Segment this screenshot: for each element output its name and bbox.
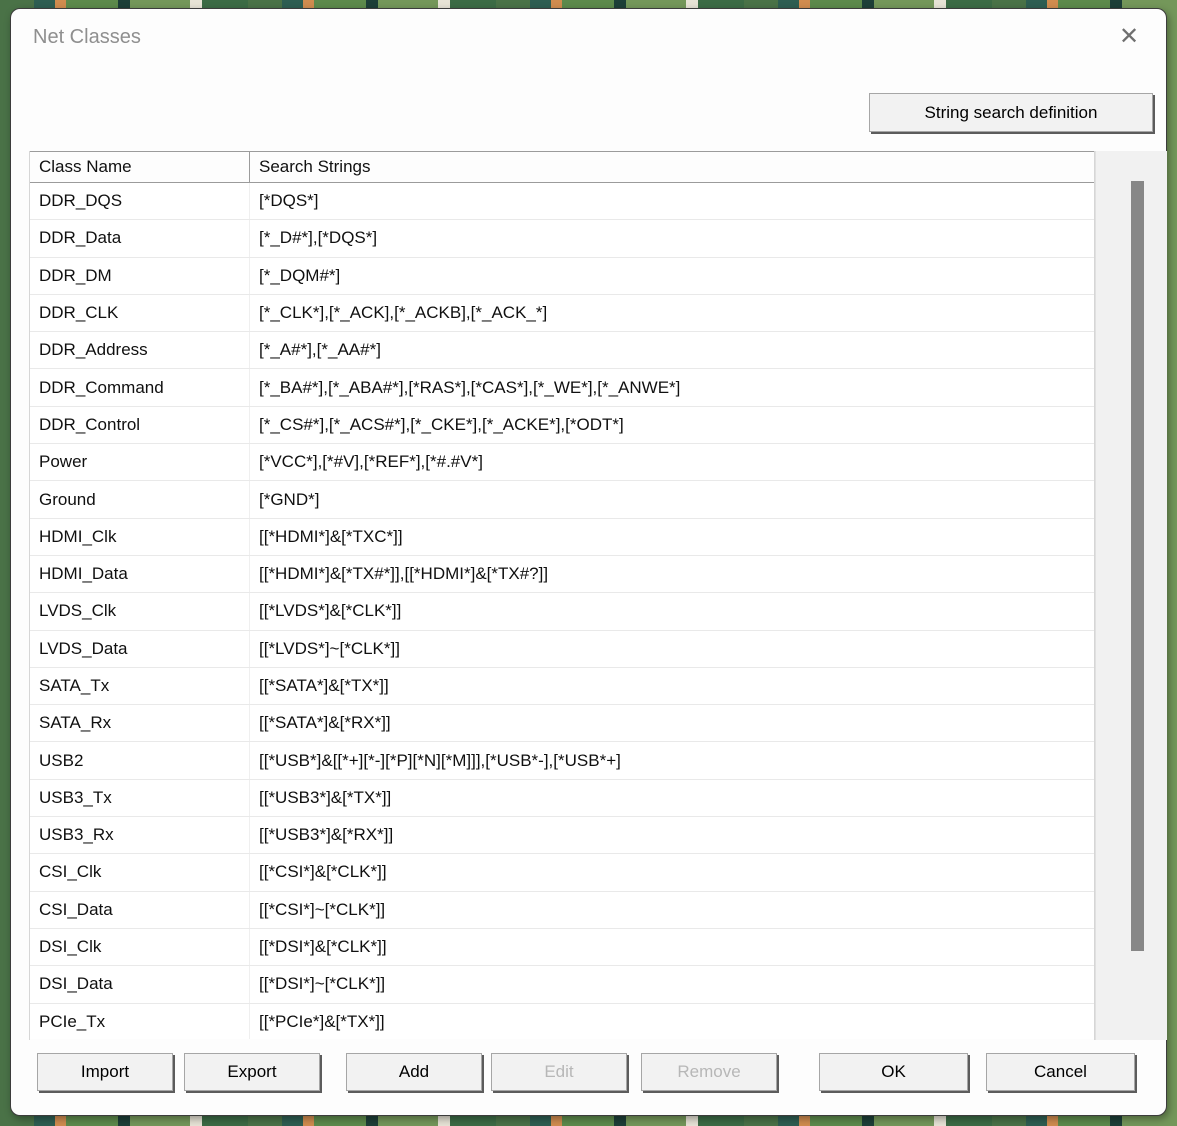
search-strings-cell[interactable]: [[*LVDS*]~[*CLK*]] (250, 631, 1094, 667)
search-strings-cell[interactable]: [[*USB*]&[[*+][*-][*P][*N][*M]]],[*USB*-… (250, 742, 1094, 778)
string-search-definition-button[interactable]: String search definition (869, 93, 1153, 132)
table-row[interactable]: DSI_Clk [[*DSI*]&[*CLK*]] (30, 929, 1094, 966)
class-name-cell[interactable]: DDR_DQS (30, 183, 250, 219)
table-row[interactable]: CSI_Clk [[*CSI*]&[*CLK*]] (30, 854, 1094, 891)
search-strings-cell[interactable]: [[*PCIe*]&[*TX*]] (250, 1004, 1094, 1039)
table-row[interactable]: DDR_DQS [*DQS*] (30, 183, 1094, 220)
column-header-class-name[interactable]: Class Name (30, 152, 250, 182)
class-name-cell[interactable]: LVDS_Clk (30, 593, 250, 629)
table-row[interactable]: DDR_DM [*_DQM#*] (30, 258, 1094, 295)
table-row[interactable]: DSI_Data [[*DSI*]~[*CLK*]] (30, 966, 1094, 1003)
table-row[interactable]: LVDS_Clk [[*LVDS*]&[*CLK*]] (30, 593, 1094, 630)
import-button[interactable]: Import (37, 1053, 173, 1091)
search-strings-cell[interactable]: [*_CS#*],[*_ACS#*],[*_CKE*],[*_ACKE*],[*… (250, 407, 1094, 443)
class-name-cell[interactable]: HDMI_Data (30, 556, 250, 592)
class-name-cell[interactable]: USB2 (30, 742, 250, 778)
class-name-cell[interactable]: DDR_Address (30, 332, 250, 368)
table-row[interactable]: DDR_Control [*_CS#*],[*_ACS#*],[*_CKE*],… (30, 407, 1094, 444)
ok-button[interactable]: OK (819, 1053, 968, 1091)
class-name-cell[interactable]: SATA_Rx (30, 705, 250, 741)
search-strings-cell[interactable]: [[*USB3*]&[*TX*]] (250, 780, 1094, 816)
table-row[interactable]: Power [*VCC*],[*#V],[*REF*],[*#.#V*] (30, 444, 1094, 481)
search-strings-cell[interactable]: [[*LVDS*]&[*CLK*]] (250, 593, 1094, 629)
table-row[interactable]: LVDS_Data [[*LVDS*]~[*CLK*]] (30, 631, 1094, 668)
search-strings-cell[interactable]: [[*HDMI*]&[*TX#*]],[[*HDMI*]&[*TX#?]] (250, 556, 1094, 592)
search-strings-cell[interactable]: [*_A#*],[*_AA#*] (250, 332, 1094, 368)
scrollbar-thumb[interactable] (1131, 181, 1144, 951)
search-strings-cell[interactable]: [*GND*] (250, 481, 1094, 517)
class-name-cell[interactable]: CSI_Data (30, 892, 250, 928)
search-strings-cell[interactable]: [*_CLK*],[*_ACK],[*_ACKB],[*_ACK_*] (250, 295, 1094, 331)
class-name-cell[interactable]: HDMI_Clk (30, 519, 250, 555)
class-name-cell[interactable]: DDR_DM (30, 258, 250, 294)
class-name-cell[interactable]: PCIe_Tx (30, 1004, 250, 1039)
search-strings-cell[interactable]: [*_BA#*],[*_ABA#*],[*RAS*],[*CAS*],[*_WE… (250, 369, 1094, 405)
edit-button: Edit (491, 1053, 627, 1091)
search-strings-cell[interactable]: [[*HDMI*]&[*TXC*]] (250, 519, 1094, 555)
table-row[interactable]: DDR_Data [*_D#*],[*DQS*] (30, 220, 1094, 257)
table-row[interactable]: PCIe_Tx [[*PCIe*]&[*TX*]] (30, 1004, 1094, 1039)
remove-button: Remove (641, 1053, 777, 1091)
class-name-cell[interactable]: USB3_Tx (30, 780, 250, 816)
table-row[interactable]: DDR_Address [*_A#*],[*_AA#*] (30, 332, 1094, 369)
search-strings-cell[interactable]: [[*DSI*]~[*CLK*]] (250, 966, 1094, 1002)
table-row[interactable]: USB3_Tx [[*USB3*]&[*TX*]] (30, 780, 1094, 817)
class-name-cell[interactable]: DDR_Data (30, 220, 250, 256)
table-row[interactable]: SATA_Rx [[*SATA*]&[*RX*]] (30, 705, 1094, 742)
class-name-cell[interactable]: DDR_Control (30, 407, 250, 443)
export-button[interactable]: Export (184, 1053, 320, 1091)
search-strings-cell[interactable]: [[*SATA*]&[*RX*]] (250, 705, 1094, 741)
search-strings-cell[interactable]: [[*CSI*]~[*CLK*]] (250, 892, 1094, 928)
table-row[interactable]: DDR_Command [*_BA#*],[*_ABA#*],[*RAS*],[… (30, 369, 1094, 406)
class-name-cell[interactable]: Power (30, 444, 250, 480)
class-name-cell[interactable]: Ground (30, 481, 250, 517)
table-row[interactable]: USB2 [[*USB*]&[[*+][*-][*P][*N][*M]]],[*… (30, 742, 1094, 779)
class-name-cell[interactable]: SATA_Tx (30, 668, 250, 704)
table-row[interactable]: HDMI_Data [[*HDMI*]&[*TX#*]],[[*HDMI*]&[… (30, 556, 1094, 593)
search-strings-cell[interactable]: [*VCC*],[*#V],[*REF*],[*#.#V*] (250, 444, 1094, 480)
search-strings-cell[interactable]: [*_D#*],[*DQS*] (250, 220, 1094, 256)
column-header-search-strings[interactable]: Search Strings (250, 152, 1094, 182)
table-row[interactable]: HDMI_Clk [[*HDMI*]&[*TXC*]] (30, 519, 1094, 556)
vertical-scrollbar[interactable] (1095, 151, 1167, 1040)
class-name-cell[interactable]: DSI_Data (30, 966, 250, 1002)
class-name-cell[interactable]: CSI_Clk (30, 854, 250, 890)
class-name-cell[interactable]: DSI_Clk (30, 929, 250, 965)
table-row[interactable]: USB3_Rx [[*USB3*]&[*RX*]] (30, 817, 1094, 854)
search-strings-cell[interactable]: [[*DSI*]&[*CLK*]] (250, 929, 1094, 965)
close-icon: ✕ (1119, 22, 1139, 51)
net-classes-table: Class Name Search Strings DDR_DQS [*DQS*… (29, 151, 1095, 1040)
search-strings-cell[interactable]: [*_DQM#*] (250, 258, 1094, 294)
table-row[interactable]: CSI_Data [[*CSI*]~[*CLK*]] (30, 892, 1094, 929)
search-strings-cell[interactable]: [[*SATA*]&[*TX*]] (250, 668, 1094, 704)
search-strings-cell[interactable]: [[*USB3*]&[*RX*]] (250, 817, 1094, 853)
class-name-cell[interactable]: LVDS_Data (30, 631, 250, 667)
table-row[interactable]: DDR_CLK [*_CLK*],[*_ACK],[*_ACKB],[*_ACK… (30, 295, 1094, 332)
search-strings-cell[interactable]: [[*CSI*]&[*CLK*]] (250, 854, 1094, 890)
table-body: DDR_DQS [*DQS*] DDR_Data [*_D#*],[*DQS*]… (30, 183, 1094, 1039)
add-button[interactable]: Add (346, 1053, 482, 1091)
close-button[interactable]: ✕ (1112, 19, 1146, 53)
net-classes-dialog: Net Classes ✕ String search definition C… (10, 8, 1167, 1116)
search-strings-cell[interactable]: [*DQS*] (250, 183, 1094, 219)
class-name-cell[interactable]: USB3_Rx (30, 817, 250, 853)
dialog-title: Net Classes (33, 26, 141, 49)
table-row[interactable]: SATA_Tx [[*SATA*]&[*TX*]] (30, 668, 1094, 705)
table-header: Class Name Search Strings (30, 151, 1094, 183)
table-row[interactable]: Ground [*GND*] (30, 481, 1094, 518)
class-name-cell[interactable]: DDR_Command (30, 369, 250, 405)
class-name-cell[interactable]: DDR_CLK (30, 295, 250, 331)
cancel-button[interactable]: Cancel (986, 1053, 1135, 1091)
